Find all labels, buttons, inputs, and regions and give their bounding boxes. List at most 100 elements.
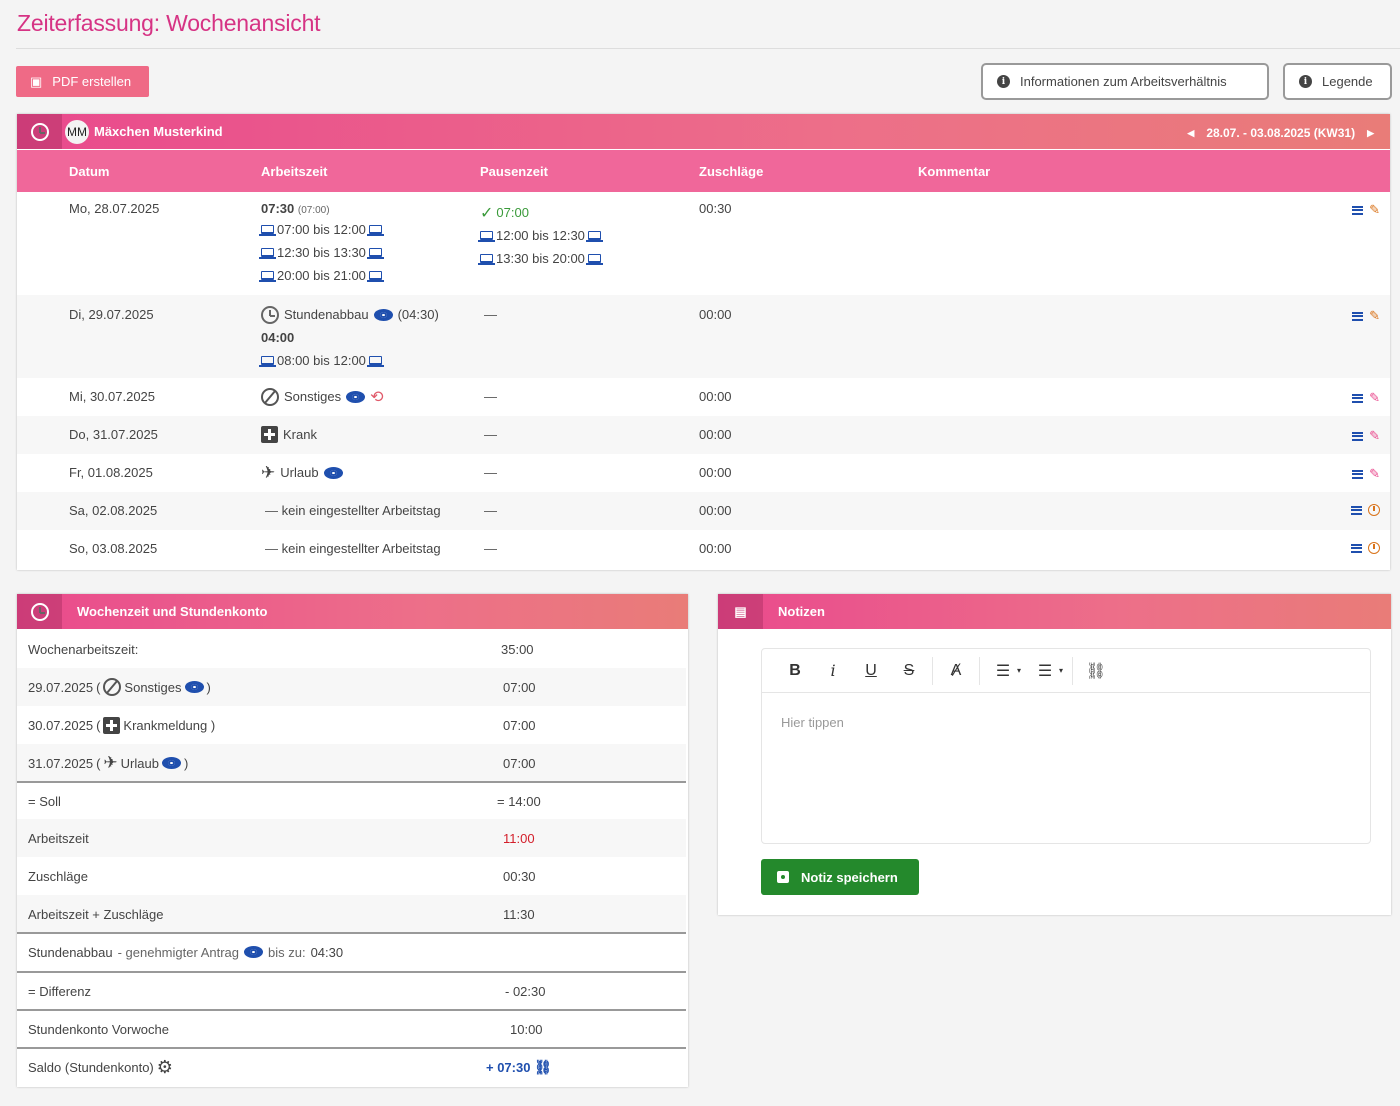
link-button[interactable]: ⛓ (1077, 661, 1115, 681)
table-row: Do, 31.07.2025 Krank — 00:00 ✎ (17, 416, 1390, 454)
edit-icon[interactable]: ✎ (1369, 428, 1380, 444)
summary-row: 30.07.2025( Krankmeldung ) 07:00 (28, 716, 536, 734)
pause-total: ✓ 07:00 12:00 bis 12:30 13:30 bis 20:00 (478, 201, 603, 270)
col-kommentar: Kommentar (918, 164, 991, 179)
legend-label: Legende (1322, 74, 1373, 89)
pause-dash: — (484, 389, 497, 404)
next-week-icon[interactable]: ▶ (1367, 128, 1374, 139)
employee-name: Mäxchen Musterkind (94, 124, 223, 139)
prev-week-icon[interactable]: ◀ (1187, 128, 1194, 139)
eye-icon[interactable] (323, 466, 343, 479)
eye-icon[interactable] (184, 681, 204, 693)
laptop-icon (585, 254, 603, 265)
edit-icon[interactable]: ✎ (1369, 466, 1380, 482)
comment-icon[interactable] (1352, 311, 1364, 321)
surcharge: 00:00 (699, 465, 732, 480)
bold-button[interactable]: B (776, 662, 814, 680)
pause-dash: — (484, 465, 497, 480)
summary-row: Saldo (Stundenkonto) ⚙ + 07:30 ⛓ (17, 1047, 686, 1085)
comment-icon[interactable] (1351, 505, 1362, 515)
save-note-button[interactable]: Notiz speichern (761, 859, 919, 895)
week-card-header: MM Mäxchen Musterkind ◀ 28.07. - 03.08.2… (17, 114, 1390, 149)
summary-row: 31.07.2025(✈ Urlaub) 07:00 (17, 744, 686, 782)
summary-row: Wochenarbeitszeit: 35:00 (28, 641, 534, 657)
comment-icon[interactable] (1352, 205, 1364, 215)
clock-icon (261, 305, 279, 324)
work-cell: Sonstiges ⟲ (261, 385, 384, 408)
summary-row: Zuschläge 00:30 (28, 868, 536, 884)
legend-button[interactable]: i Legende (1283, 63, 1392, 100)
row-date: Mi, 30.07.2025 (69, 389, 156, 404)
notes-card: ▤ Notizen B i U S Ⱥ ☰ ▾ ☰ ▾ ⛓ Hier tippe… (718, 594, 1391, 915)
pdf-button[interactable]: ▣ PDF erstellen (16, 66, 149, 97)
col-datum: Datum (69, 164, 110, 179)
pause-dash: — (484, 503, 497, 518)
table-row: Mo, 28.07.2025 07:30 (07:00) 07:00 bis 1… (17, 192, 1390, 295)
strikethrough-button[interactable]: S (890, 662, 928, 680)
eye-icon[interactable] (346, 390, 366, 403)
page-title: Zeiterfassung: Wochenansicht (17, 10, 321, 36)
medical-icon (261, 426, 278, 443)
comment-icon[interactable] (1351, 543, 1362, 553)
eye-icon[interactable] (161, 757, 181, 769)
summary-row: Arbeitszeit + Zuschläge 11:30 (17, 895, 686, 933)
summary-row: = Differenz - 02:30 (17, 971, 686, 1009)
eye-icon[interactable] (244, 946, 263, 958)
edit-icon[interactable]: ✎ (1369, 202, 1380, 218)
pause-span: 12:00 bis 12:30 (478, 224, 603, 247)
pause-span: 13:30 bis 20:00 (478, 247, 603, 270)
clock-icon[interactable] (1368, 542, 1380, 554)
check-icon: ✓ (480, 204, 494, 222)
comment-icon[interactable] (1352, 393, 1364, 403)
clock-icon[interactable] (1368, 504, 1380, 516)
work-span: 07:00 bis 12:00 (259, 218, 384, 241)
table-row: So, 03.08.2025 — kein eingestellter Arbe… (17, 530, 1390, 568)
laptop-icon (478, 231, 495, 242)
summary-row: 29.07.2025( Sonstiges) 07:00 (17, 668, 686, 706)
chevron-down-icon[interactable]: ▾ (1054, 666, 1068, 675)
row-date: So, 03.08.2025 (69, 541, 158, 556)
chevron-down-icon[interactable]: ▾ (1012, 666, 1026, 675)
notes-input[interactable]: Hier tippen (781, 715, 844, 730)
eye-icon[interactable] (373, 308, 393, 321)
week-navigator: ◀ 28.07. - 03.08.2025 (KW31) ▶ (1187, 126, 1374, 140)
surcharge: 00:00 (699, 389, 732, 404)
surcharge: 00:00 (699, 503, 732, 518)
info-icon: i (997, 75, 1010, 88)
summary-card-header: Wochenzeit und Stundenkonto (17, 594, 688, 629)
comment-icon[interactable] (1352, 469, 1364, 479)
avatar: MM (65, 119, 89, 144)
edit-icon[interactable]: ✎ (1369, 308, 1380, 324)
laptop-icon (366, 271, 384, 282)
surcharge: 00:30 (699, 201, 732, 216)
underline-button[interactable]: U (852, 662, 890, 680)
pause-dash: — (484, 307, 497, 322)
link-icon[interactable]: ⛓ (534, 1059, 552, 1075)
title-divider (16, 48, 1400, 49)
summary-row: = Soll = 14:00 (17, 781, 686, 819)
history-icon[interactable]: ⟲ (370, 387, 383, 407)
summary-row: Stundenkonto Vorwoche 10:00 (17, 1009, 686, 1047)
laptop-icon (366, 248, 384, 259)
laptop-icon (366, 356, 384, 367)
col-zuschlaege: Zuschläge (699, 164, 764, 179)
save-icon (777, 871, 789, 883)
comment-icon[interactable] (1352, 431, 1364, 441)
pause-dash: — (484, 427, 497, 442)
edit-icon[interactable]: ✎ (1369, 390, 1380, 406)
work-cell: — kein eingestellter Arbeitstag (265, 541, 441, 556)
week-card: MM Mäxchen Musterkind ◀ 28.07. - 03.08.2… (17, 114, 1390, 570)
laptop-icon (366, 225, 384, 236)
work-span: 12:30 bis 13:30 (259, 241, 384, 264)
employment-info-button[interactable]: i Informationen zum Arbeitsverhältnis (981, 63, 1269, 100)
work-total: 07:30 (07:00) (261, 201, 330, 216)
clock-icon (17, 114, 62, 149)
week-range-label: 28.07. - 03.08.2025 (KW31) (1206, 126, 1356, 140)
row-date: Mo, 28.07.2025 (69, 201, 160, 216)
summary-row: Arbeitszeit 11:00 (17, 819, 686, 857)
work-span: 20:00 bis 21:00 (259, 264, 384, 287)
gear-icon[interactable]: ⚙ (157, 1057, 173, 1078)
notes-editor: B i U S Ⱥ ☰ ▾ ☰ ▾ ⛓ Hier tippen (761, 648, 1371, 844)
italic-button[interactable]: i (814, 661, 852, 680)
clear-format-button[interactable]: Ⱥ (937, 662, 975, 680)
